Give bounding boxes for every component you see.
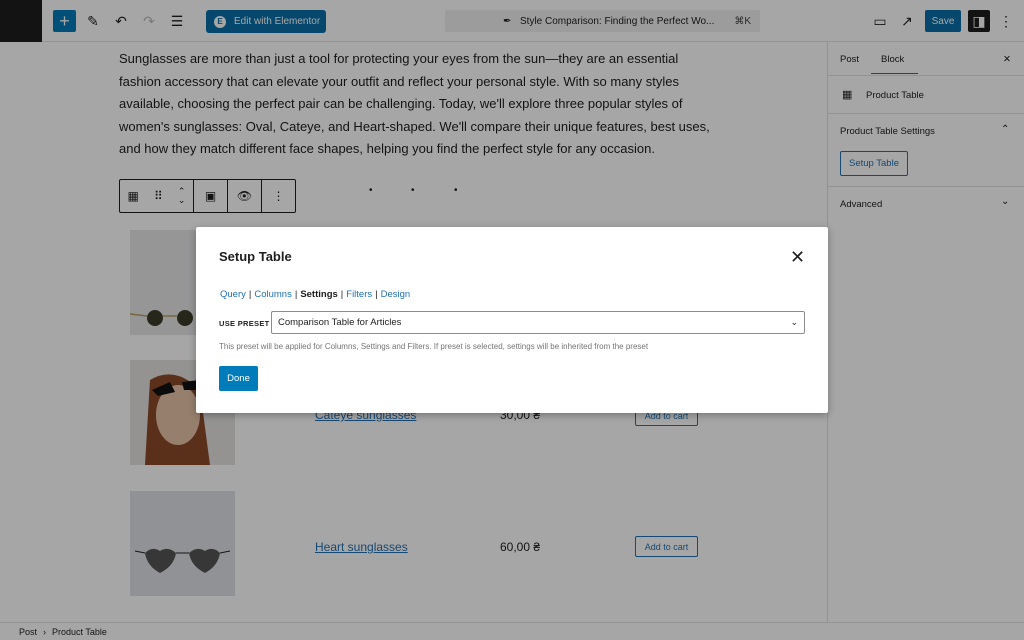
tab-columns[interactable]: Columns xyxy=(254,289,292,300)
setup-table-modal: Setup Table ✕ Query | Columns | Settings | … xyxy=(196,227,828,413)
tab-design[interactable]: Design xyxy=(381,289,411,300)
done-button[interactable]: Done xyxy=(219,366,258,391)
tab-settings[interactable]: Settings xyxy=(300,289,337,300)
tab-filters[interactable]: Filters xyxy=(346,289,372,300)
chevron-down-icon: ⌄ xyxy=(790,317,798,327)
preset-label: USE PRESET xyxy=(219,319,270,328)
preset-help-text: This preset will be applied for Columns,… xyxy=(219,342,649,351)
preset-value: Comparison Table for Articles xyxy=(278,317,402,328)
modal-tabs: Query | Columns | Settings | Filters | Desig… xyxy=(220,289,411,300)
preset-select[interactable]: Comparison Table for Articles ⌄ xyxy=(271,311,805,334)
tab-query[interactable]: Query xyxy=(220,289,246,300)
close-icon[interactable]: ✕ xyxy=(790,247,805,268)
modal-title: Setup Table xyxy=(219,249,292,264)
